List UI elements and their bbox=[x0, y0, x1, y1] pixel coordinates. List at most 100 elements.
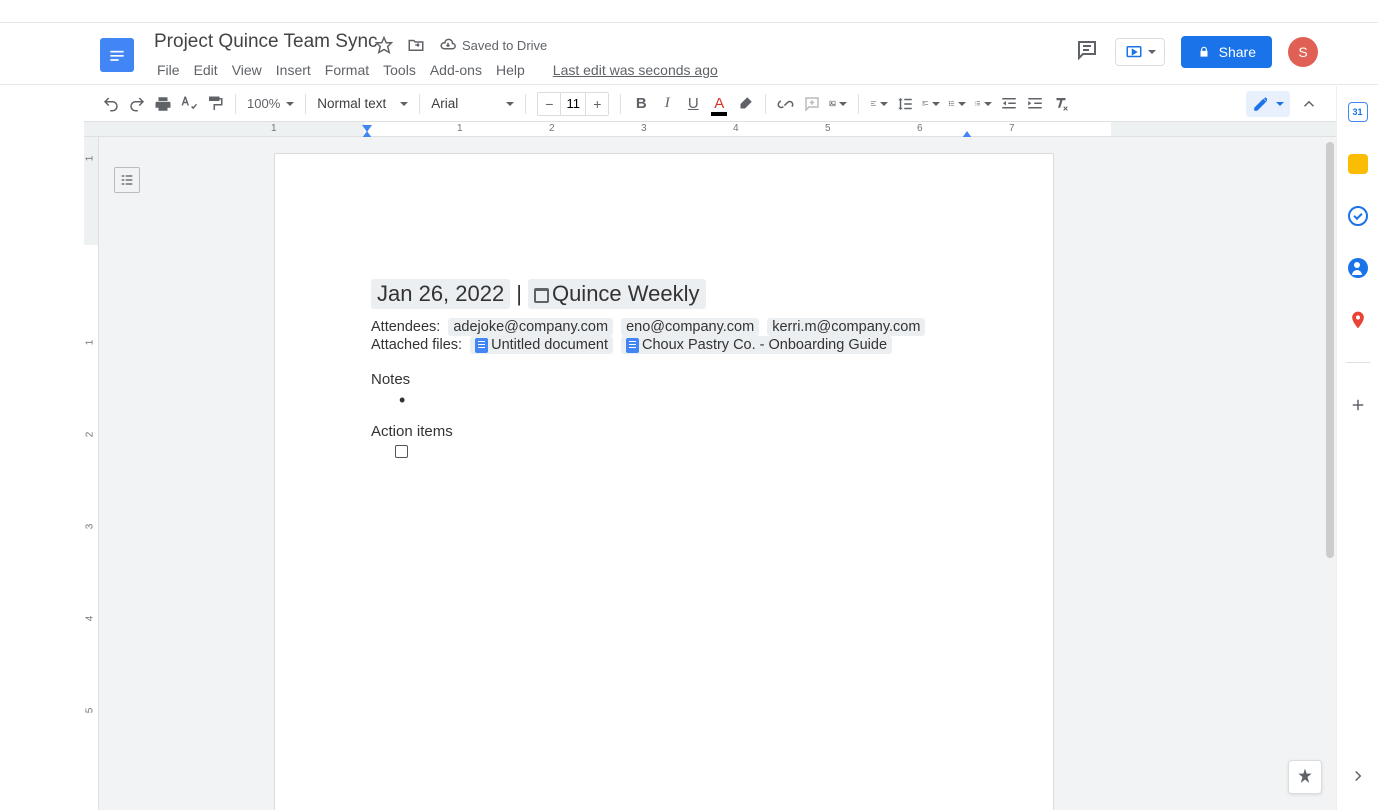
menu-addons[interactable]: Add-ons bbox=[423, 60, 489, 80]
add-addon-icon[interactable] bbox=[1348, 395, 1368, 415]
menu-insert[interactable]: Insert bbox=[269, 60, 318, 80]
event-chip[interactable]: Quince Weekly bbox=[528, 279, 706, 309]
menu-tools[interactable]: Tools bbox=[376, 60, 423, 80]
chevron-down-icon bbox=[506, 102, 514, 106]
document-canvas: 1 1 2 3 4 5 Jan 26, 2022 | Quince Weekly… bbox=[84, 137, 1336, 810]
account-avatar[interactable]: S bbox=[1288, 37, 1318, 67]
last-edit-link[interactable]: Last edit was seconds ago bbox=[546, 60, 725, 80]
zoom-select[interactable]: 100% bbox=[247, 96, 294, 111]
insert-image-icon[interactable] bbox=[829, 95, 847, 113]
menu-file[interactable]: File bbox=[150, 60, 187, 80]
pencil-icon bbox=[1252, 95, 1270, 113]
chevron-down-icon bbox=[932, 102, 940, 106]
font-select[interactable]: Arial bbox=[431, 96, 514, 111]
contacts-app-icon[interactable] bbox=[1348, 258, 1368, 278]
share-label: Share bbox=[1219, 44, 1256, 60]
attendees-row: Attendees: adejoke@company.com eno@compa… bbox=[371, 319, 957, 335]
vertical-ruler[interactable]: 1 1 2 3 4 5 bbox=[84, 137, 99, 810]
calendar-icon bbox=[534, 288, 549, 303]
font-size-increase[interactable]: + bbox=[586, 93, 608, 115]
saved-label: Saved to Drive bbox=[462, 38, 547, 53]
link-icon[interactable] bbox=[777, 95, 795, 113]
file-chip[interactable]: Untitled document bbox=[470, 336, 613, 354]
meeting-title-line: Jan 26, 2022 | Quince Weekly bbox=[371, 279, 957, 309]
attendee-chip[interactable]: kerri.m@company.com bbox=[767, 318, 925, 336]
doc-icon bbox=[475, 338, 488, 353]
print-icon[interactable] bbox=[154, 95, 172, 113]
editing-mode-button[interactable] bbox=[1246, 91, 1290, 117]
page[interactable]: Jan 26, 2022 | Quince Weekly Attendees: … bbox=[274, 153, 1054, 810]
calendar-app-icon[interactable]: 31 bbox=[1348, 102, 1368, 122]
chevron-down-icon bbox=[1148, 50, 1156, 54]
add-comment-icon[interactable] bbox=[803, 95, 821, 113]
keep-app-icon[interactable] bbox=[1348, 154, 1368, 174]
share-button[interactable]: Share bbox=[1181, 36, 1272, 68]
attendee-chip[interactable]: adejoke@company.com bbox=[448, 318, 613, 336]
menu-edit[interactable]: Edit bbox=[187, 60, 225, 80]
collapse-toolbar-icon[interactable] bbox=[1300, 95, 1318, 113]
font-size-decrease[interactable]: − bbox=[538, 93, 560, 115]
svg-text:3: 3 bbox=[975, 105, 977, 107]
line-spacing-icon[interactable] bbox=[896, 95, 914, 113]
paragraph-style-select[interactable]: Normal text bbox=[317, 96, 408, 111]
vertical-scrollbar[interactable] bbox=[1324, 137, 1336, 810]
menu-view[interactable]: View bbox=[225, 60, 269, 80]
bold-icon[interactable]: B bbox=[632, 95, 650, 113]
bulleted-list-icon[interactable] bbox=[948, 95, 966, 113]
indent-decrease-icon[interactable] bbox=[1000, 95, 1018, 113]
numbered-list-icon[interactable]: 123 bbox=[974, 95, 992, 113]
redo-icon[interactable] bbox=[128, 95, 146, 113]
attendee-chip[interactable]: eno@company.com bbox=[621, 318, 759, 336]
chevron-down-icon bbox=[880, 102, 888, 106]
attached-label: Attached files: bbox=[371, 337, 462, 353]
clear-formatting-icon[interactable] bbox=[1052, 95, 1070, 113]
action-items-heading: Action items bbox=[371, 423, 957, 440]
tasks-app-icon[interactable] bbox=[1348, 206, 1368, 226]
paint-format-icon[interactable] bbox=[206, 95, 224, 113]
spellcheck-icon[interactable] bbox=[180, 95, 198, 113]
document-outline-icon[interactable] bbox=[114, 167, 140, 193]
docs-logo-icon[interactable] bbox=[100, 38, 134, 72]
title-separator: | bbox=[516, 281, 522, 307]
checklist-icon[interactable] bbox=[922, 95, 940, 113]
menu-format[interactable]: Format bbox=[318, 60, 376, 80]
checkbox-item[interactable] bbox=[395, 445, 408, 458]
star-icon[interactable] bbox=[375, 36, 393, 54]
highlight-icon[interactable] bbox=[736, 95, 754, 113]
menu-help[interactable]: Help bbox=[489, 60, 532, 80]
chevron-down-icon bbox=[958, 102, 966, 106]
undo-icon[interactable] bbox=[102, 95, 120, 113]
italic-icon[interactable]: I bbox=[658, 95, 676, 113]
chevron-down-icon bbox=[286, 102, 294, 106]
explore-button[interactable] bbox=[1288, 760, 1322, 794]
present-button[interactable] bbox=[1115, 38, 1165, 66]
horizontal-ruler[interactable]: 1 1 2 3 4 5 6 7 bbox=[84, 122, 1336, 137]
lock-icon bbox=[1197, 45, 1211, 59]
cloud-status[interactable]: Saved to Drive bbox=[439, 36, 547, 54]
underline-icon[interactable]: U bbox=[684, 95, 702, 113]
cloud-icon bbox=[439, 36, 457, 54]
indent-increase-icon[interactable] bbox=[1026, 95, 1044, 113]
date-chip[interactable]: Jan 26, 2022 bbox=[371, 279, 510, 309]
file-chip[interactable]: Choux Pastry Co. - Onboarding Guide bbox=[621, 336, 892, 354]
maps-app-icon[interactable] bbox=[1348, 310, 1368, 330]
menu-bar: File Edit View Insert Format Tools Add-o… bbox=[150, 60, 725, 80]
text-color-icon[interactable]: A bbox=[710, 95, 728, 113]
side-panel: 31 bbox=[1336, 86, 1378, 810]
document-title[interactable]: Project Quince Team Sync bbox=[154, 31, 378, 53]
comment-history-icon[interactable] bbox=[1075, 38, 1099, 67]
notes-heading: Notes bbox=[371, 371, 957, 388]
side-panel-expand-icon[interactable] bbox=[1349, 767, 1367, 790]
font-size-input[interactable] bbox=[560, 93, 586, 115]
present-icon bbox=[1124, 43, 1144, 61]
chevron-down-icon bbox=[839, 102, 847, 106]
chevron-down-icon bbox=[984, 102, 992, 106]
doc-icon bbox=[626, 338, 639, 353]
bullet-item[interactable]: • bbox=[399, 391, 957, 409]
chevron-down-icon bbox=[1276, 102, 1284, 106]
move-folder-icon[interactable] bbox=[407, 36, 425, 54]
align-icon[interactable] bbox=[870, 95, 888, 113]
attendees-label: Attendees: bbox=[371, 319, 440, 335]
chevron-down-icon bbox=[400, 102, 408, 106]
toolbar: 100% Normal text Arial − + B I U A 123 bbox=[84, 86, 1336, 122]
